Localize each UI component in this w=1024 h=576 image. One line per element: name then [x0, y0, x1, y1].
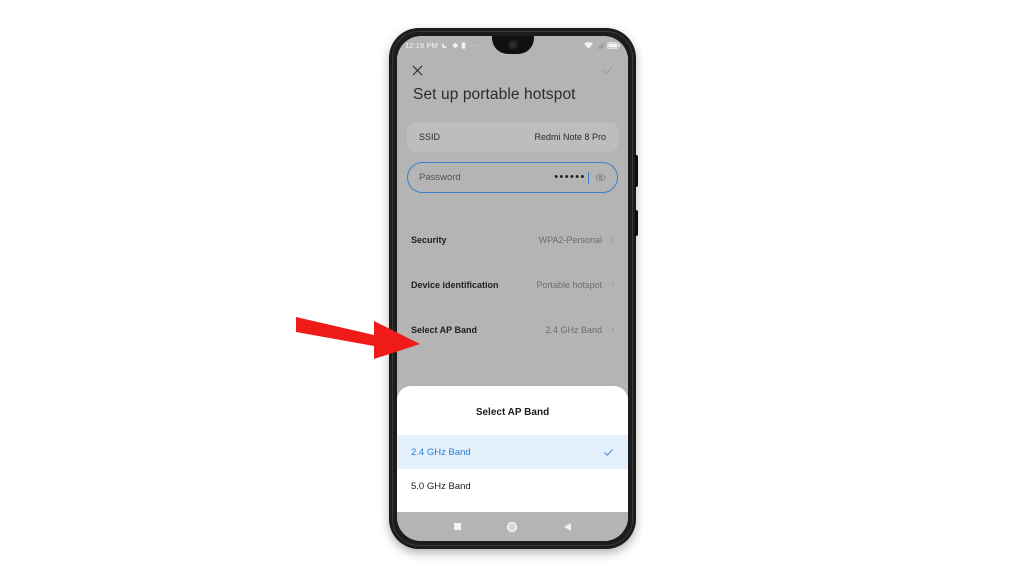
page-title: Set up portable hotspot [413, 86, 576, 103]
settings-row-label: Device identification [411, 279, 499, 290]
settings-row-value: Portable hotspot [536, 279, 602, 290]
phone-device-frame: 12:19 PM ··· Set up portable hotspot SSI… [389, 28, 638, 549]
dialog-title: Select AP Band [475, 407, 550, 418]
dialog-option-label: 2.4 GHz Band [411, 446, 471, 458]
dialog-option-2-4ghz[interactable]: 2.4 GHz Band [397, 435, 628, 469]
settings-row-value: WPA2-Personal [538, 234, 602, 245]
settings-row-value: 2.4 GHz Band [545, 324, 602, 335]
wifi-icon [584, 42, 593, 49]
confirm-check-icon[interactable] [601, 64, 614, 77]
status-bar-left: 12:19 PM ··· [405, 41, 478, 50]
settings-row-right: WPA2-Personal [539, 235, 616, 245]
ssid-row[interactable]: SSID Redmi Note 8 Pro [407, 122, 618, 152]
dialog-option-label: 5.0 GHz Band [411, 480, 471, 492]
settings-row-security[interactable]: Security WPA2-Personal [397, 217, 628, 262]
eye-icon[interactable] [595, 172, 606, 183]
ssid-value: Redmi Note 8 Pro [534, 132, 606, 142]
volume-button[interactable] [635, 210, 638, 236]
settings-row-device-identification[interactable]: Device identification Portable hotspot [397, 262, 628, 307]
chevron-right-icon [609, 236, 616, 243]
back-button[interactable] [563, 522, 571, 531]
dialog-option-5-0ghz[interactable]: 5.0 GHz Band [397, 469, 628, 503]
home-button[interactable] [507, 521, 518, 532]
gear-icon [451, 42, 458, 49]
check-icon [603, 447, 614, 458]
settings-row-right: 2.4 GHz Band [545, 325, 616, 335]
chevron-right-icon [609, 281, 616, 288]
password-masked-value: •••••• [554, 171, 586, 183]
status-clock: 12:19 PM [405, 41, 438, 50]
android-navigation-bar [397, 512, 628, 541]
more-dots-icon: ··· [468, 41, 479, 50]
password-input[interactable]: Password •••••• [407, 162, 618, 193]
settings-row-right: Portable hotspot [536, 280, 616, 290]
ssid-label: SSID [419, 132, 441, 142]
settings-list: Security WPA2-Personal Device identifica… [397, 217, 628, 352]
signal-icon [596, 42, 604, 49]
close-icon[interactable] [411, 64, 424, 77]
battery-saver-icon [461, 42, 466, 49]
text-caret [587, 171, 589, 184]
front-camera-icon [507, 39, 518, 50]
phone-screen: 12:19 PM ··· Set up portable hotspot SSI… [397, 36, 628, 541]
action-bar [397, 55, 628, 85]
settings-row-select-ap-band[interactable]: Select AP Band 2.4 GHz Band [397, 307, 628, 352]
password-placeholder-label: Password [419, 172, 461, 183]
settings-row-label: Select AP Band [411, 324, 478, 335]
settings-row-label: Security [411, 234, 447, 245]
status-bar-right [584, 42, 620, 49]
moon-icon [441, 42, 448, 49]
home-circle-icon [507, 521, 518, 532]
annotation-arrow-icon [296, 317, 420, 359]
back-triangle-icon [563, 522, 571, 531]
select-ap-band-dialog: Select AP Band 2.4 GHz Band 5.0 GHz Band [397, 386, 628, 512]
recents-button[interactable] [454, 523, 462, 530]
power-button[interactable] [635, 155, 638, 187]
recents-square-icon [454, 523, 462, 530]
chevron-right-icon [609, 326, 616, 333]
battery-icon [607, 42, 620, 49]
